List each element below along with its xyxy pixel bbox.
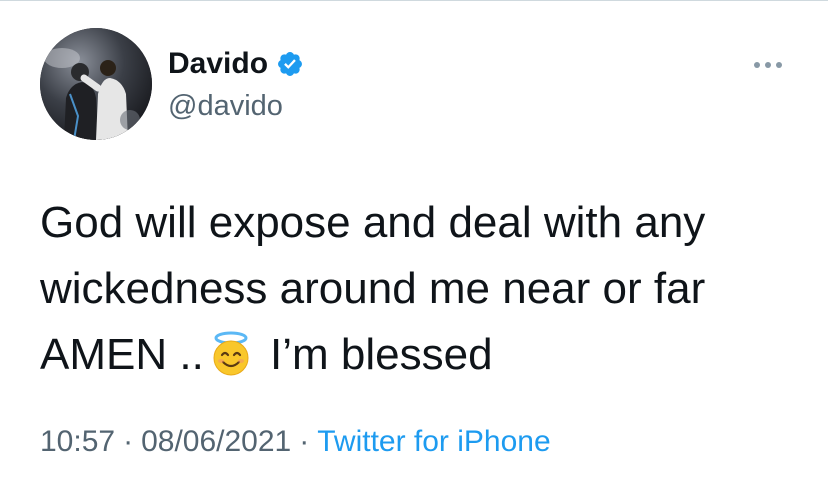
avatar-photo-icon bbox=[40, 28, 152, 140]
tweet-text: God will expose and deal with any wicked… bbox=[40, 190, 800, 388]
meta-separator: · bbox=[299, 425, 310, 458]
tweet-time[interactable]: 10:57 bbox=[40, 425, 115, 458]
more-horizontal-icon[interactable] bbox=[752, 58, 784, 70]
author-handle[interactable]: @davido bbox=[168, 86, 283, 126]
author-display-name[interactable]: Davido bbox=[168, 44, 268, 84]
smiling-face-with-halo-icon bbox=[208, 330, 254, 376]
tweet-source-link[interactable]: Twitter for iPhone bbox=[317, 425, 550, 458]
tweet-text-tail: I’m blessed bbox=[257, 330, 493, 379]
tweet-meta: 10:57 · 08/06/2021 · Twitter for iPhone bbox=[40, 422, 551, 462]
verified-badge-icon bbox=[276, 50, 304, 78]
tweet-date[interactable]: 08/06/2021 bbox=[141, 425, 291, 458]
tweet-card: Davido @davido God will expose and deal … bbox=[0, 0, 828, 490]
meta-separator: · bbox=[123, 425, 134, 458]
avatar[interactable] bbox=[40, 28, 152, 140]
author-name-row: Davido bbox=[168, 44, 304, 84]
